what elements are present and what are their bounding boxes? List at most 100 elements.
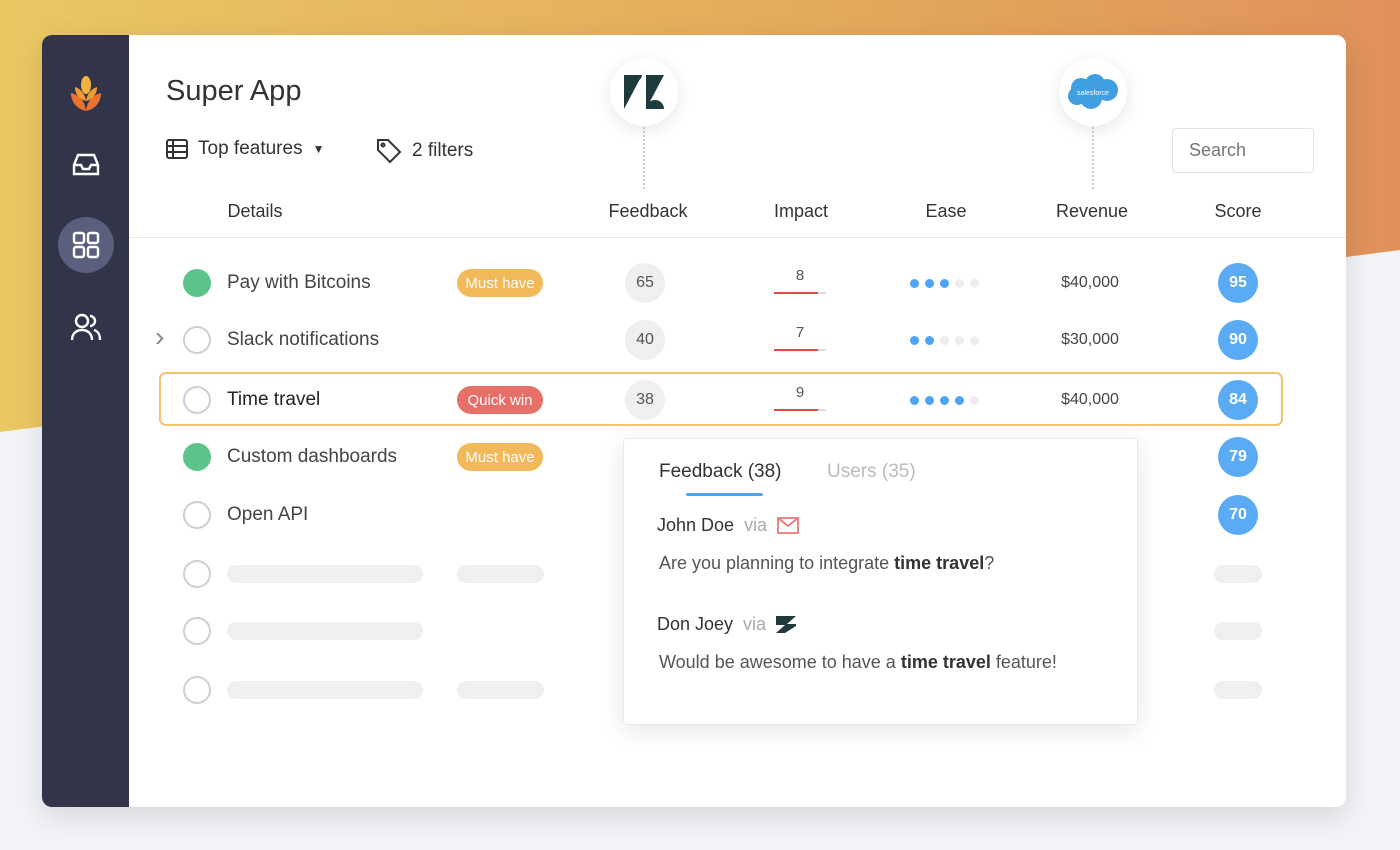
- impact-bar: [774, 409, 826, 411]
- page-title: Super App: [166, 75, 302, 107]
- header-divider: [129, 237, 1346, 238]
- ease-dot: [910, 336, 919, 345]
- impact-bar: [774, 292, 826, 294]
- column-header-feedback[interactable]: Feedback: [608, 201, 687, 222]
- score-badge: 70: [1218, 495, 1258, 535]
- feature-name[interactable]: Custom dashboards: [227, 446, 397, 468]
- score-badge: 79: [1218, 437, 1258, 477]
- name-placeholder: [227, 622, 423, 640]
- app-window: Super App Top features ▼ 2 filters sales…: [42, 35, 1346, 807]
- filters-label: 2 filters: [412, 140, 474, 161]
- feedback-popover: Feedback (38) Users (35) John Doe via Ar…: [623, 438, 1138, 725]
- ease-dot: [925, 396, 934, 405]
- salesforce-icon: salesforce: [1068, 74, 1118, 109]
- column-header-details[interactable]: Details: [227, 201, 282, 222]
- zendesk-logo: [610, 58, 678, 126]
- feedback-message: Are you planning to integrate time trave…: [659, 553, 995, 573]
- ease-dot: [970, 279, 979, 288]
- author-name[interactable]: Don Joey: [657, 614, 733, 635]
- ease-dot: [970, 336, 979, 345]
- impact-value[interactable]: 7: [774, 324, 826, 351]
- ease-dot: [940, 336, 949, 345]
- status-checkbox[interactable]: [183, 501, 211, 529]
- status-checkbox[interactable]: [183, 326, 211, 354]
- status-checkbox[interactable]: [183, 617, 211, 645]
- sidebar-item-dashboard[interactable]: [58, 217, 114, 273]
- zendesk-icon: [776, 616, 797, 633]
- tab-feedback[interactable]: Feedback (38): [659, 461, 782, 483]
- score-badge: 95: [1218, 263, 1258, 303]
- users-icon: [70, 313, 102, 341]
- via-label: via: [744, 515, 768, 535]
- feedback-count[interactable]: 38: [625, 380, 665, 420]
- impact-bar-fill: [774, 349, 819, 351]
- zendesk-icon: [624, 75, 664, 109]
- sidebar: [42, 35, 129, 807]
- score-badge: 90: [1218, 320, 1258, 360]
- ease-dot: [970, 396, 979, 405]
- search-input[interactable]: [1172, 128, 1314, 173]
- impact-number: 8: [795, 267, 805, 284]
- feature-name[interactable]: Pay with Bitcoins: [227, 272, 371, 294]
- view-label: Top features: [198, 138, 303, 159]
- view-selector[interactable]: Top features ▼: [166, 138, 324, 160]
- impact-value[interactable]: 8: [774, 267, 826, 294]
- ease-dot: [925, 336, 934, 345]
- author-name[interactable]: John Doe: [657, 515, 734, 536]
- impact-number: 9: [795, 384, 805, 401]
- email-icon: [777, 517, 799, 534]
- ease-dot: [955, 279, 964, 288]
- status-checkbox[interactable]: [183, 269, 211, 297]
- impact-bar: [774, 349, 826, 351]
- inbox-icon: [72, 153, 100, 176]
- status-checkbox[interactable]: [183, 386, 211, 414]
- impact-number: 7: [795, 324, 805, 341]
- score-placeholder: [1214, 622, 1262, 640]
- column-header-revenue[interactable]: Revenue: [1056, 201, 1128, 222]
- sidebar-item-inbox[interactable]: [58, 137, 114, 193]
- ease-dot: [955, 396, 964, 405]
- ease-rating[interactable]: [910, 336, 979, 345]
- feedback-count[interactable]: 40: [625, 320, 665, 360]
- feature-name[interactable]: Open API: [227, 504, 308, 526]
- feedback-author: Don Joey via: [657, 614, 797, 635]
- impact-bar-fill: [774, 409, 819, 411]
- grid-icon: [72, 231, 100, 259]
- tag-badge: Quick win: [457, 386, 543, 414]
- revenue-value: $40,000: [1061, 391, 1119, 408]
- ease-dot: [925, 279, 934, 288]
- tag-badge: Must have: [457, 443, 543, 471]
- active-tab-indicator: [686, 493, 763, 496]
- salesforce-logo: salesforce: [1059, 58, 1127, 126]
- wheat-logo-icon: [71, 76, 101, 111]
- name-placeholder: [227, 681, 423, 699]
- ease-dot: [910, 396, 919, 405]
- status-checkbox[interactable]: [183, 560, 211, 588]
- chevron-right-icon[interactable]: ›: [155, 321, 164, 353]
- ease-rating[interactable]: [910, 279, 979, 288]
- feature-name[interactable]: Time travel: [227, 389, 320, 411]
- feedback-author: John Doe via: [657, 515, 799, 536]
- ease-dot: [955, 336, 964, 345]
- tab-users[interactable]: Users (35): [827, 461, 916, 483]
- impact-value[interactable]: 9: [774, 384, 826, 411]
- tag-placeholder: [457, 681, 544, 699]
- feedback-count[interactable]: 65: [625, 263, 665, 303]
- connector-line: [1092, 127, 1094, 189]
- score-placeholder: [1214, 565, 1262, 583]
- feature-name[interactable]: Slack notifications: [227, 329, 379, 351]
- name-placeholder: [227, 565, 423, 583]
- column-header-score[interactable]: Score: [1214, 201, 1261, 222]
- ease-rating[interactable]: [910, 396, 979, 405]
- tag-badge: Must have: [457, 269, 543, 297]
- status-checkbox[interactable]: [183, 676, 211, 704]
- revenue-value: $40,000: [1061, 274, 1119, 291]
- sidebar-item-users[interactable]: [58, 299, 114, 355]
- column-header-impact[interactable]: Impact: [774, 201, 828, 222]
- ease-dot: [940, 279, 949, 288]
- status-checkbox[interactable]: [183, 443, 211, 471]
- column-header-ease[interactable]: Ease: [925, 201, 966, 222]
- impact-bar-fill: [774, 292, 819, 294]
- filters-button[interactable]: 2 filters: [376, 138, 473, 164]
- revenue-value: $30,000: [1061, 331, 1119, 348]
